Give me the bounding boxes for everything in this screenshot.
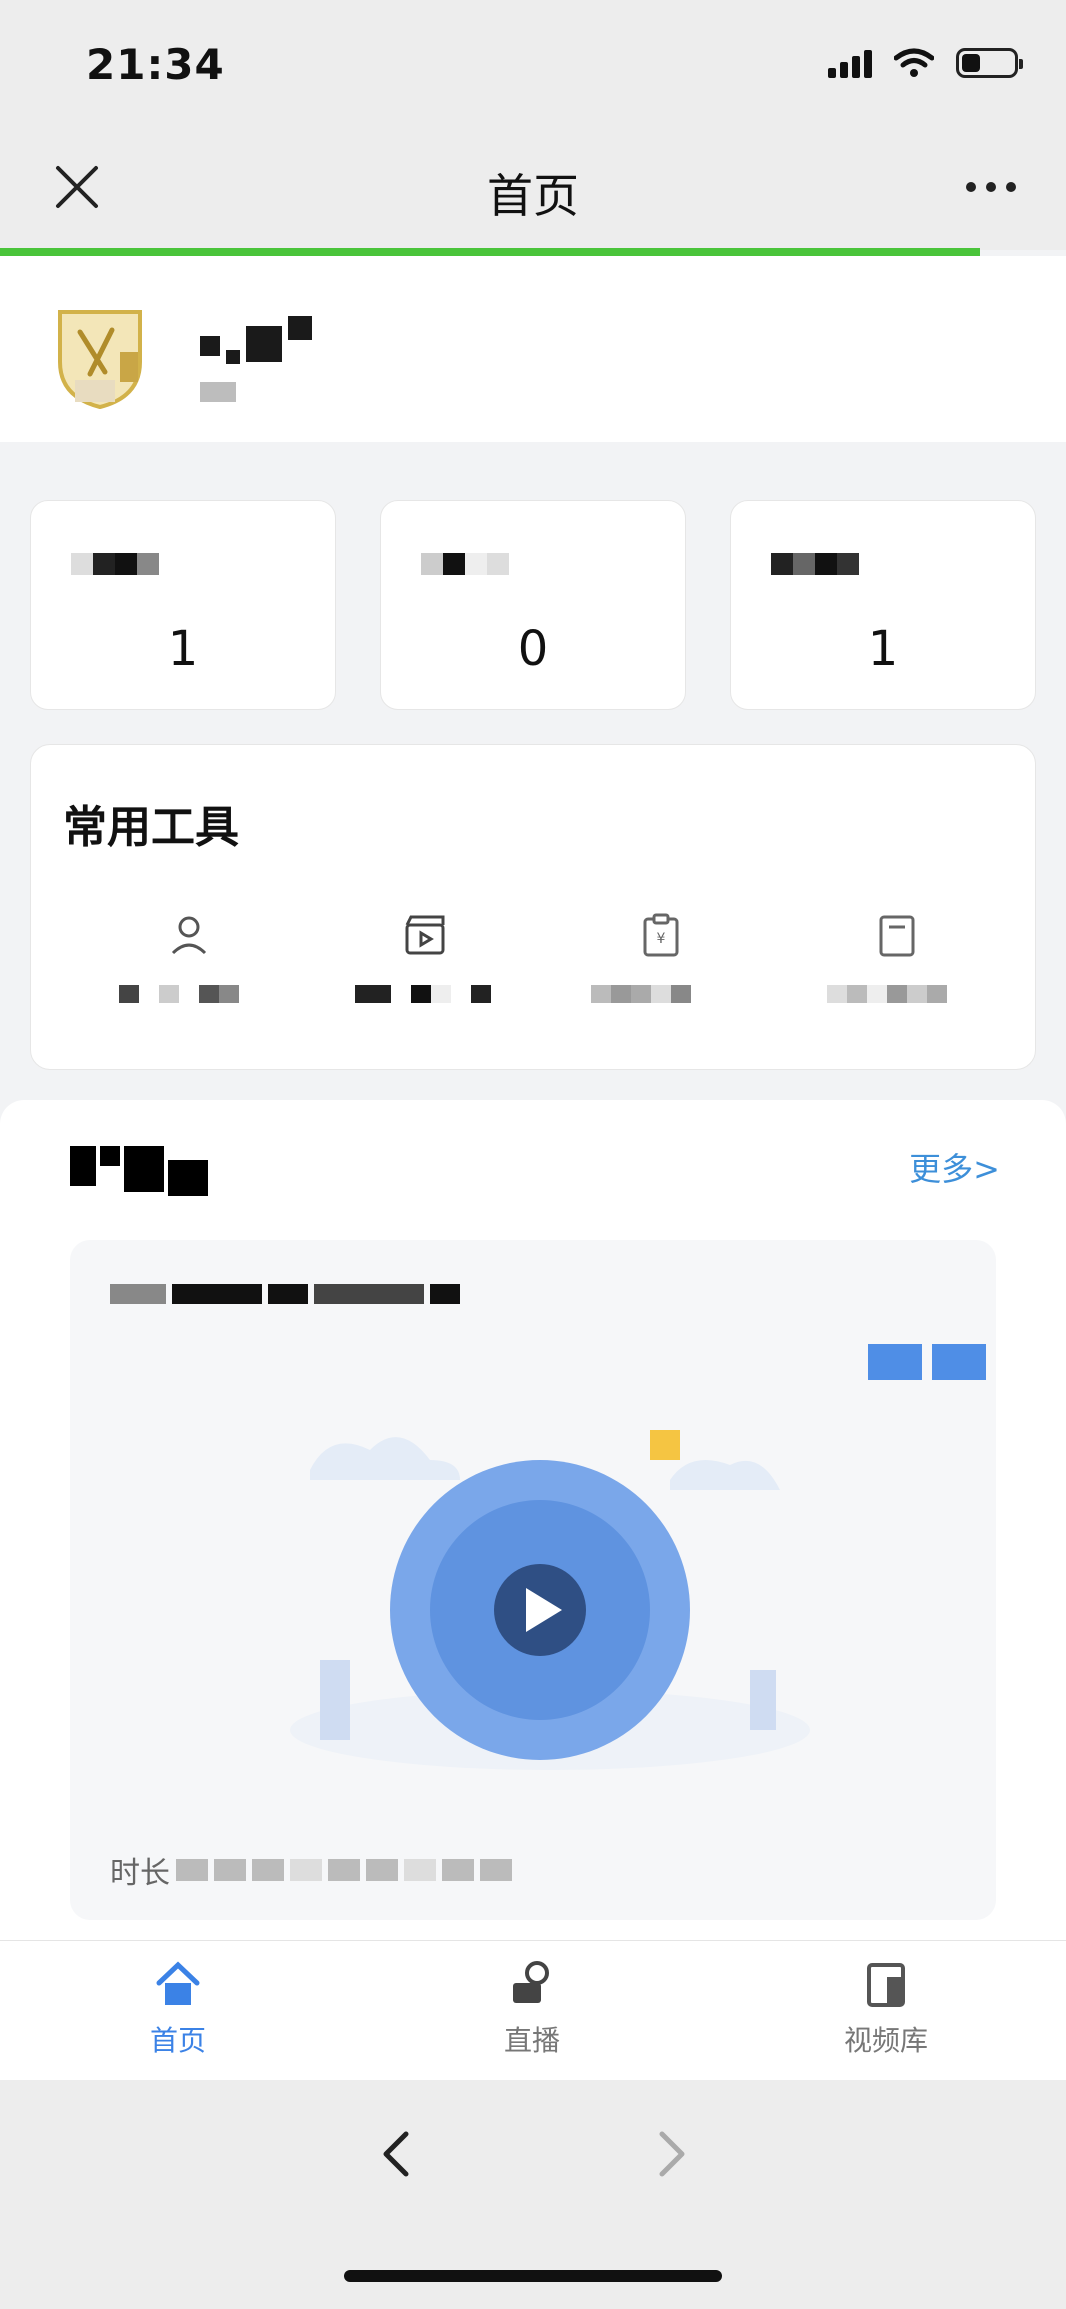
- back-arrow-icon[interactable]: [366, 2124, 426, 2184]
- tab-home[interactable]: 首页: [78, 1959, 278, 2069]
- section-title-redacted: [70, 1146, 208, 1196]
- tool-label-redacted: [827, 985, 947, 1003]
- bottom-tab-bar: 首页 直播 视频库: [0, 1940, 1066, 2080]
- stat-label-redacted: [421, 545, 509, 581]
- video-clapper-icon: [405, 915, 445, 955]
- account-header[interactable]: [0, 256, 1066, 442]
- home-indicator: [344, 2270, 722, 2282]
- svg-text:¥: ¥: [657, 931, 666, 947]
- tab-label: 视频库: [843, 2024, 928, 2057]
- stat-label-redacted: [771, 545, 859, 581]
- cellular-signal-icon: [828, 48, 872, 78]
- tool-item[interactable]: ¥: [561, 913, 761, 1033]
- tools-title: 常用工具: [63, 802, 239, 853]
- tool-item[interactable]: [325, 913, 525, 1033]
- video-library-icon: [867, 1963, 905, 2007]
- document-icon: [879, 915, 915, 957]
- tab-video-library[interactable]: 视频库: [786, 1959, 986, 2069]
- video-card[interactable]: 时长: [70, 1240, 996, 1920]
- avatar: [58, 310, 142, 410]
- home-icon: [156, 1961, 200, 2005]
- page-load-progress: [0, 248, 980, 256]
- user-icon: [171, 916, 207, 955]
- tab-label: 首页: [149, 2024, 206, 2057]
- forward-arrow-icon[interactable]: [642, 2124, 702, 2184]
- video-title-redacted: [110, 1284, 460, 1304]
- wifi-icon: [894, 48, 934, 77]
- stat-value: 1: [167, 621, 199, 677]
- stat-value: 0: [517, 621, 549, 677]
- stat-card[interactable]: 1: [30, 500, 336, 710]
- account-subtitle-redacted: [200, 382, 236, 406]
- status-bar: 21:34: [0, 0, 1066, 130]
- video-section: 更多> 时长: [0, 1100, 1066, 1940]
- stat-value: 1: [867, 621, 899, 677]
- account-name-redacted: [200, 316, 312, 364]
- more-link[interactable]: 更多>: [909, 1144, 1000, 1190]
- stat-card[interactable]: 0: [380, 500, 686, 710]
- tool-item[interactable]: [797, 913, 997, 1033]
- status-time: 21:34: [86, 40, 225, 89]
- video-play-illustration: [290, 1430, 810, 1770]
- video-meta-line: 时长: [110, 1848, 512, 1892]
- page-title: 首页: [487, 169, 579, 223]
- nav-bar: 首页: [0, 130, 1066, 250]
- tab-label: 直播: [503, 2024, 560, 2057]
- status-icons: [828, 48, 1023, 78]
- video-badge: [868, 1344, 986, 1380]
- clipboard-yuan-icon: ¥: [643, 913, 679, 957]
- browser-toolbar: [0, 2080, 1066, 2309]
- live-camera-icon: [513, 1961, 549, 2003]
- tool-label-redacted: [355, 985, 491, 1003]
- stat-card[interactable]: 1: [730, 500, 1036, 710]
- common-tools-panel: 常用工具 ¥: [30, 744, 1036, 1070]
- tab-live[interactable]: 直播: [432, 1959, 632, 2069]
- battery-icon: [956, 48, 1023, 78]
- video-duration-label: 时长: [110, 1856, 170, 1891]
- tool-item[interactable]: [89, 913, 289, 1033]
- stat-label-redacted: [71, 545, 159, 581]
- tool-label-redacted: [591, 985, 691, 1003]
- more-options-icon[interactable]: [966, 182, 1016, 192]
- tool-label-redacted: [119, 985, 239, 1003]
